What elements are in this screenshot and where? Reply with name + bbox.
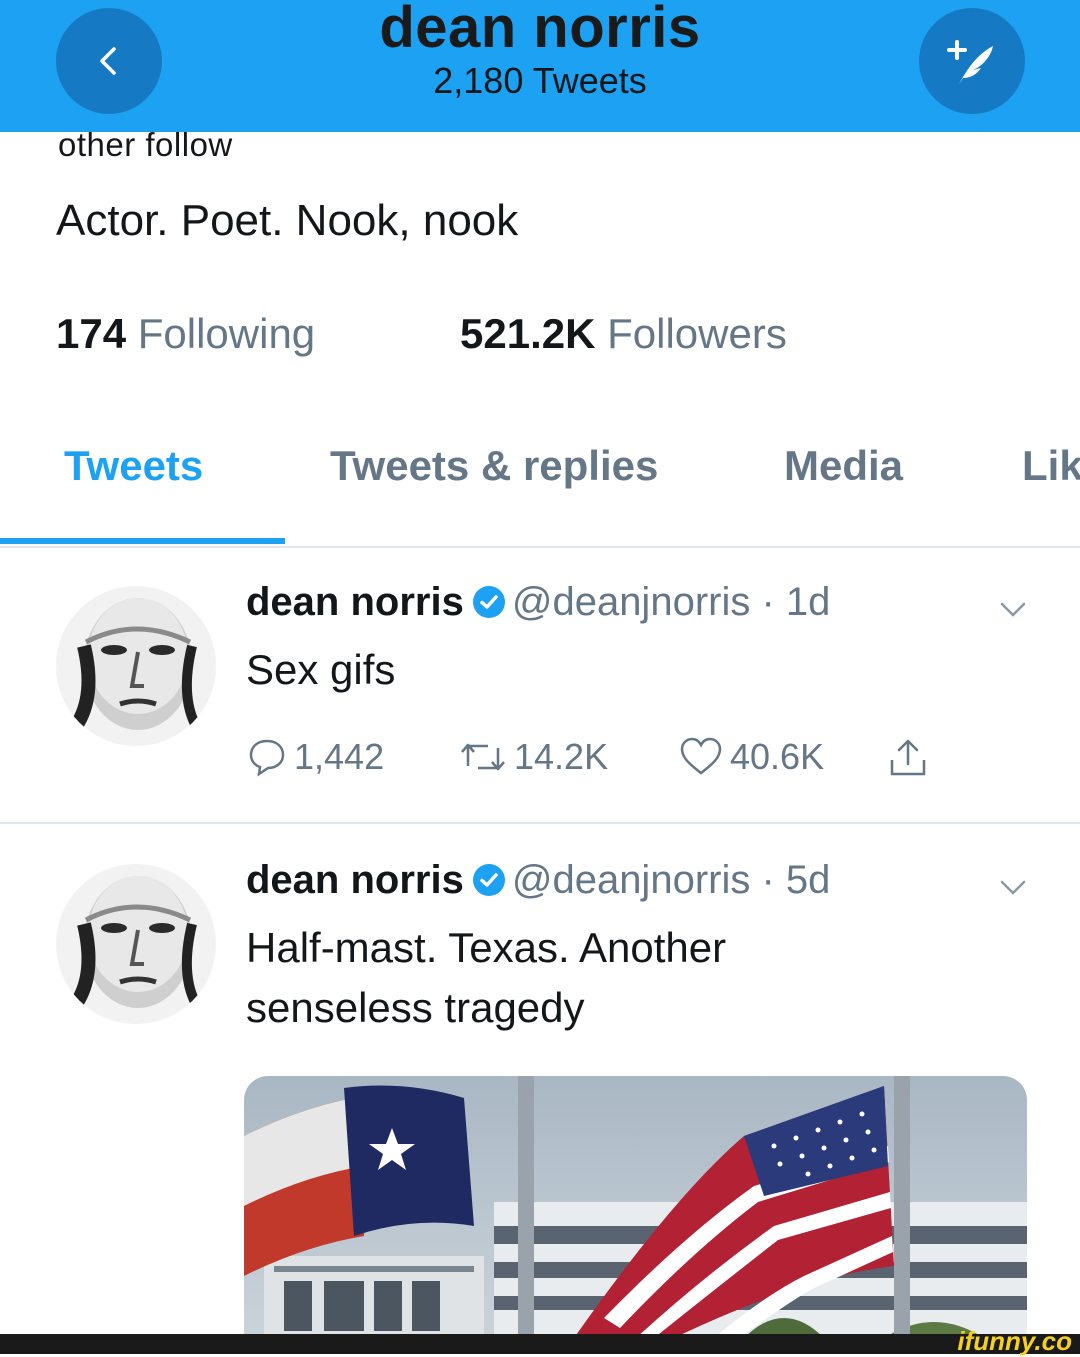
tweet-time: · 1d	[761, 580, 831, 624]
watermark: ifunny.co	[957, 1326, 1072, 1356]
tweet-time: · 5d	[761, 858, 831, 902]
retweet-button[interactable]: 14.2K	[458, 736, 608, 778]
active-tab-indicator	[0, 538, 285, 544]
tab-likes[interactable]: Lik	[1022, 442, 1080, 490]
followers-label: Followers	[607, 310, 787, 357]
followers-count: 521.2K	[460, 310, 596, 357]
chevron-down-icon[interactable]	[998, 878, 1028, 898]
tweet-text-line: senseless tragedy	[246, 984, 585, 1031]
header-title: dean norris	[379, 0, 701, 60]
verified-badge-icon	[472, 864, 505, 896]
verified-badge-icon	[472, 586, 505, 618]
profile-bio: Actor. Poet. Nook, nook	[56, 196, 519, 245]
tab-tweets-and-replies[interactable]: Tweets & replies	[330, 442, 658, 490]
retweet-icon	[461, 743, 505, 771]
tweet-header: dean norris @deanjnorris · 1d	[246, 580, 830, 625]
tab-tweets[interactable]: Tweets	[64, 442, 203, 490]
compose-tweet-icon	[947, 40, 993, 84]
reply-icon	[249, 739, 285, 777]
tweet[interactable]: dean norris @deanjnorris · 1d Sex gifs 1,…	[0, 548, 1080, 822]
bottom-bar	[0, 1334, 1080, 1354]
like-button[interactable]: 40.6K	[678, 736, 824, 778]
share-icon	[890, 739, 926, 776]
avatar[interactable]	[56, 864, 216, 1024]
tab-media[interactable]: Media	[784, 442, 903, 490]
tweet-author-name[interactable]: dean norris	[246, 580, 464, 624]
tweet-author-name[interactable]: dean norris	[246, 858, 464, 902]
tweet-header: dean norris @deanjnorris · 5d	[246, 858, 830, 903]
like-count: 40.6K	[730, 736, 825, 777]
tweet-text-line: Half-mast. Texas. Another	[246, 924, 727, 971]
following-label: Following	[137, 310, 316, 357]
chevron-down-icon[interactable]	[998, 600, 1028, 620]
header-tweet-count: 2,180 Tweets	[433, 60, 647, 101]
tweet-handle[interactable]: @deanjnorris	[512, 580, 751, 624]
tweet-text: Half-mast. Texas. Another senseless trag…	[246, 918, 726, 1038]
following-stat[interactable]: 174 Following	[56, 310, 315, 358]
reply-count: 1,442	[294, 736, 385, 777]
compose-tweet-button[interactable]	[919, 8, 1025, 114]
tweet-text: Sex gifs	[246, 646, 396, 693]
share-button[interactable]	[886, 736, 936, 780]
heart-icon	[680, 737, 722, 775]
followers-stat[interactable]: 521.2K Followers	[460, 310, 787, 358]
tweet-handle[interactable]: @deanjnorris	[512, 858, 751, 902]
following-count: 174	[56, 310, 127, 357]
profile-header: dean norris 2,180 Tweets	[0, 0, 1080, 132]
avatar[interactable]	[56, 586, 216, 746]
profile-tabs: Tweets Tweets & replies Media Lik	[0, 442, 1080, 548]
retweet-count: 14.2K	[514, 736, 609, 777]
reply-button[interactable]: 1,442	[246, 736, 384, 778]
tweet-media-image[interactable]	[244, 1076, 1027, 1338]
